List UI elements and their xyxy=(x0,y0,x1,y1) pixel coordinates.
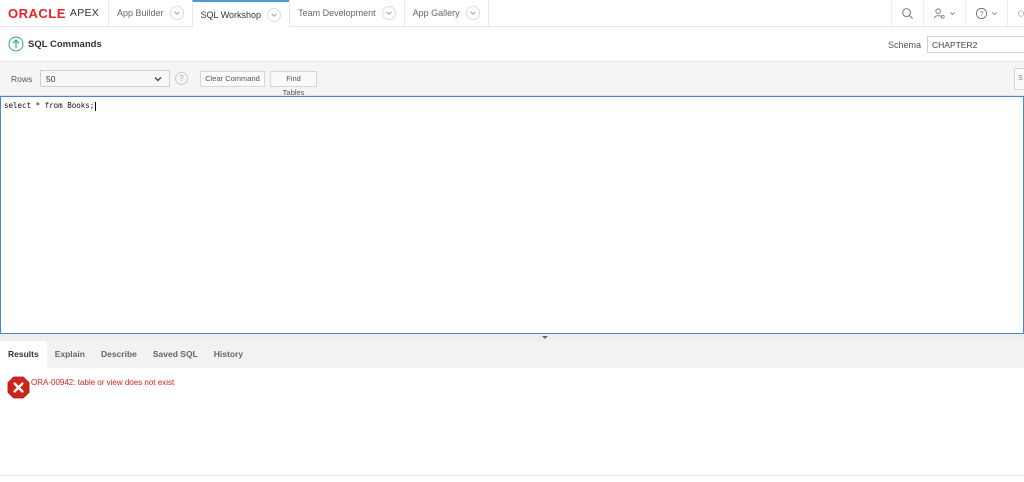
help-menu-button[interactable]: ? xyxy=(965,0,1007,26)
sql-text: select * from Books; xyxy=(4,101,95,110)
tab-label: SQL Workshop xyxy=(200,9,262,20)
panel-splitter[interactable] xyxy=(0,334,1024,341)
error-message: ORA-00942: table or view does not exist xyxy=(31,378,175,387)
save-button[interactable]: S xyxy=(1014,68,1024,90)
sql-code[interactable]: select * from Books; xyxy=(4,101,97,111)
tab-team-development[interactable]: Team Development xyxy=(289,0,404,26)
chevron-down-icon[interactable] xyxy=(267,7,282,22)
chevron-down-icon xyxy=(950,11,955,15)
tab-explain[interactable]: Explain xyxy=(47,341,93,368)
tab-label: App Builder xyxy=(117,8,164,18)
find-tables-button[interactable]: Find Tables xyxy=(270,71,317,97)
result-tabs: Results Explain Describe Saved SQL Histo… xyxy=(0,341,1024,368)
top-navigation: ORACLE APEX App Builder SQL Workshop Tea… xyxy=(0,0,1024,27)
sql-toolbar: Rows 50 ? Clear Command Find Tables S xyxy=(0,62,1024,97)
help-icon[interactable]: ? xyxy=(175,72,188,85)
circle-icon xyxy=(1018,10,1024,16)
clear-command-button[interactable]: Clear Command xyxy=(200,71,265,87)
error-icon xyxy=(7,376,30,399)
tab-label: App Gallery xyxy=(412,8,460,18)
product-name: APEX xyxy=(69,7,100,19)
arrow-up-circle-icon[interactable] xyxy=(8,36,24,52)
oracle-apex-logo[interactable]: ORACLE APEX xyxy=(0,0,108,26)
tab-label: Team Development xyxy=(298,8,376,18)
caret-down-icon[interactable] xyxy=(541,335,549,340)
chevron-down-icon[interactable] xyxy=(465,6,480,20)
schema-label: Schema xyxy=(888,40,922,50)
tab-app-gallery[interactable]: App Gallery xyxy=(403,0,489,26)
more-button[interactable] xyxy=(1007,0,1024,26)
tab-describe[interactable]: Describe xyxy=(93,341,145,368)
tab-results[interactable]: Results xyxy=(0,341,47,368)
search-button[interactable] xyxy=(891,0,923,26)
help-icon: ? xyxy=(975,7,988,19)
page-header: SQL Commands Schema CHAPTER2 xyxy=(0,27,1024,62)
svg-text:?: ? xyxy=(980,11,984,18)
search-icon xyxy=(902,7,914,19)
header-actions: ? xyxy=(891,0,1024,26)
brand-name: ORACLE xyxy=(8,5,66,21)
tab-sql-workshop[interactable]: SQL Workshop xyxy=(191,0,290,27)
rows-label: Rows xyxy=(11,74,33,84)
text-caret xyxy=(95,101,97,111)
rows-value: 50 xyxy=(46,74,56,84)
user-menu-button[interactable] xyxy=(923,0,965,26)
rows-select[interactable]: 50 xyxy=(40,70,170,87)
tab-app-builder[interactable]: App Builder xyxy=(108,0,192,26)
sql-editor[interactable]: select * from Books; xyxy=(0,96,1024,334)
results-panel: ORA-00942: table or view does not exist xyxy=(0,368,1024,476)
tab-saved-sql[interactable]: Saved SQL xyxy=(145,341,206,368)
user-icon xyxy=(933,7,945,19)
chevron-down-icon[interactable] xyxy=(381,6,396,20)
page-title: SQL Commands xyxy=(28,39,102,50)
schema-select[interactable]: CHAPTER2 xyxy=(927,36,1024,53)
chevron-down-icon[interactable] xyxy=(169,6,184,20)
chevron-down-icon xyxy=(992,11,997,15)
chevron-down-icon xyxy=(154,77,162,82)
tab-history[interactable]: History xyxy=(206,341,251,368)
